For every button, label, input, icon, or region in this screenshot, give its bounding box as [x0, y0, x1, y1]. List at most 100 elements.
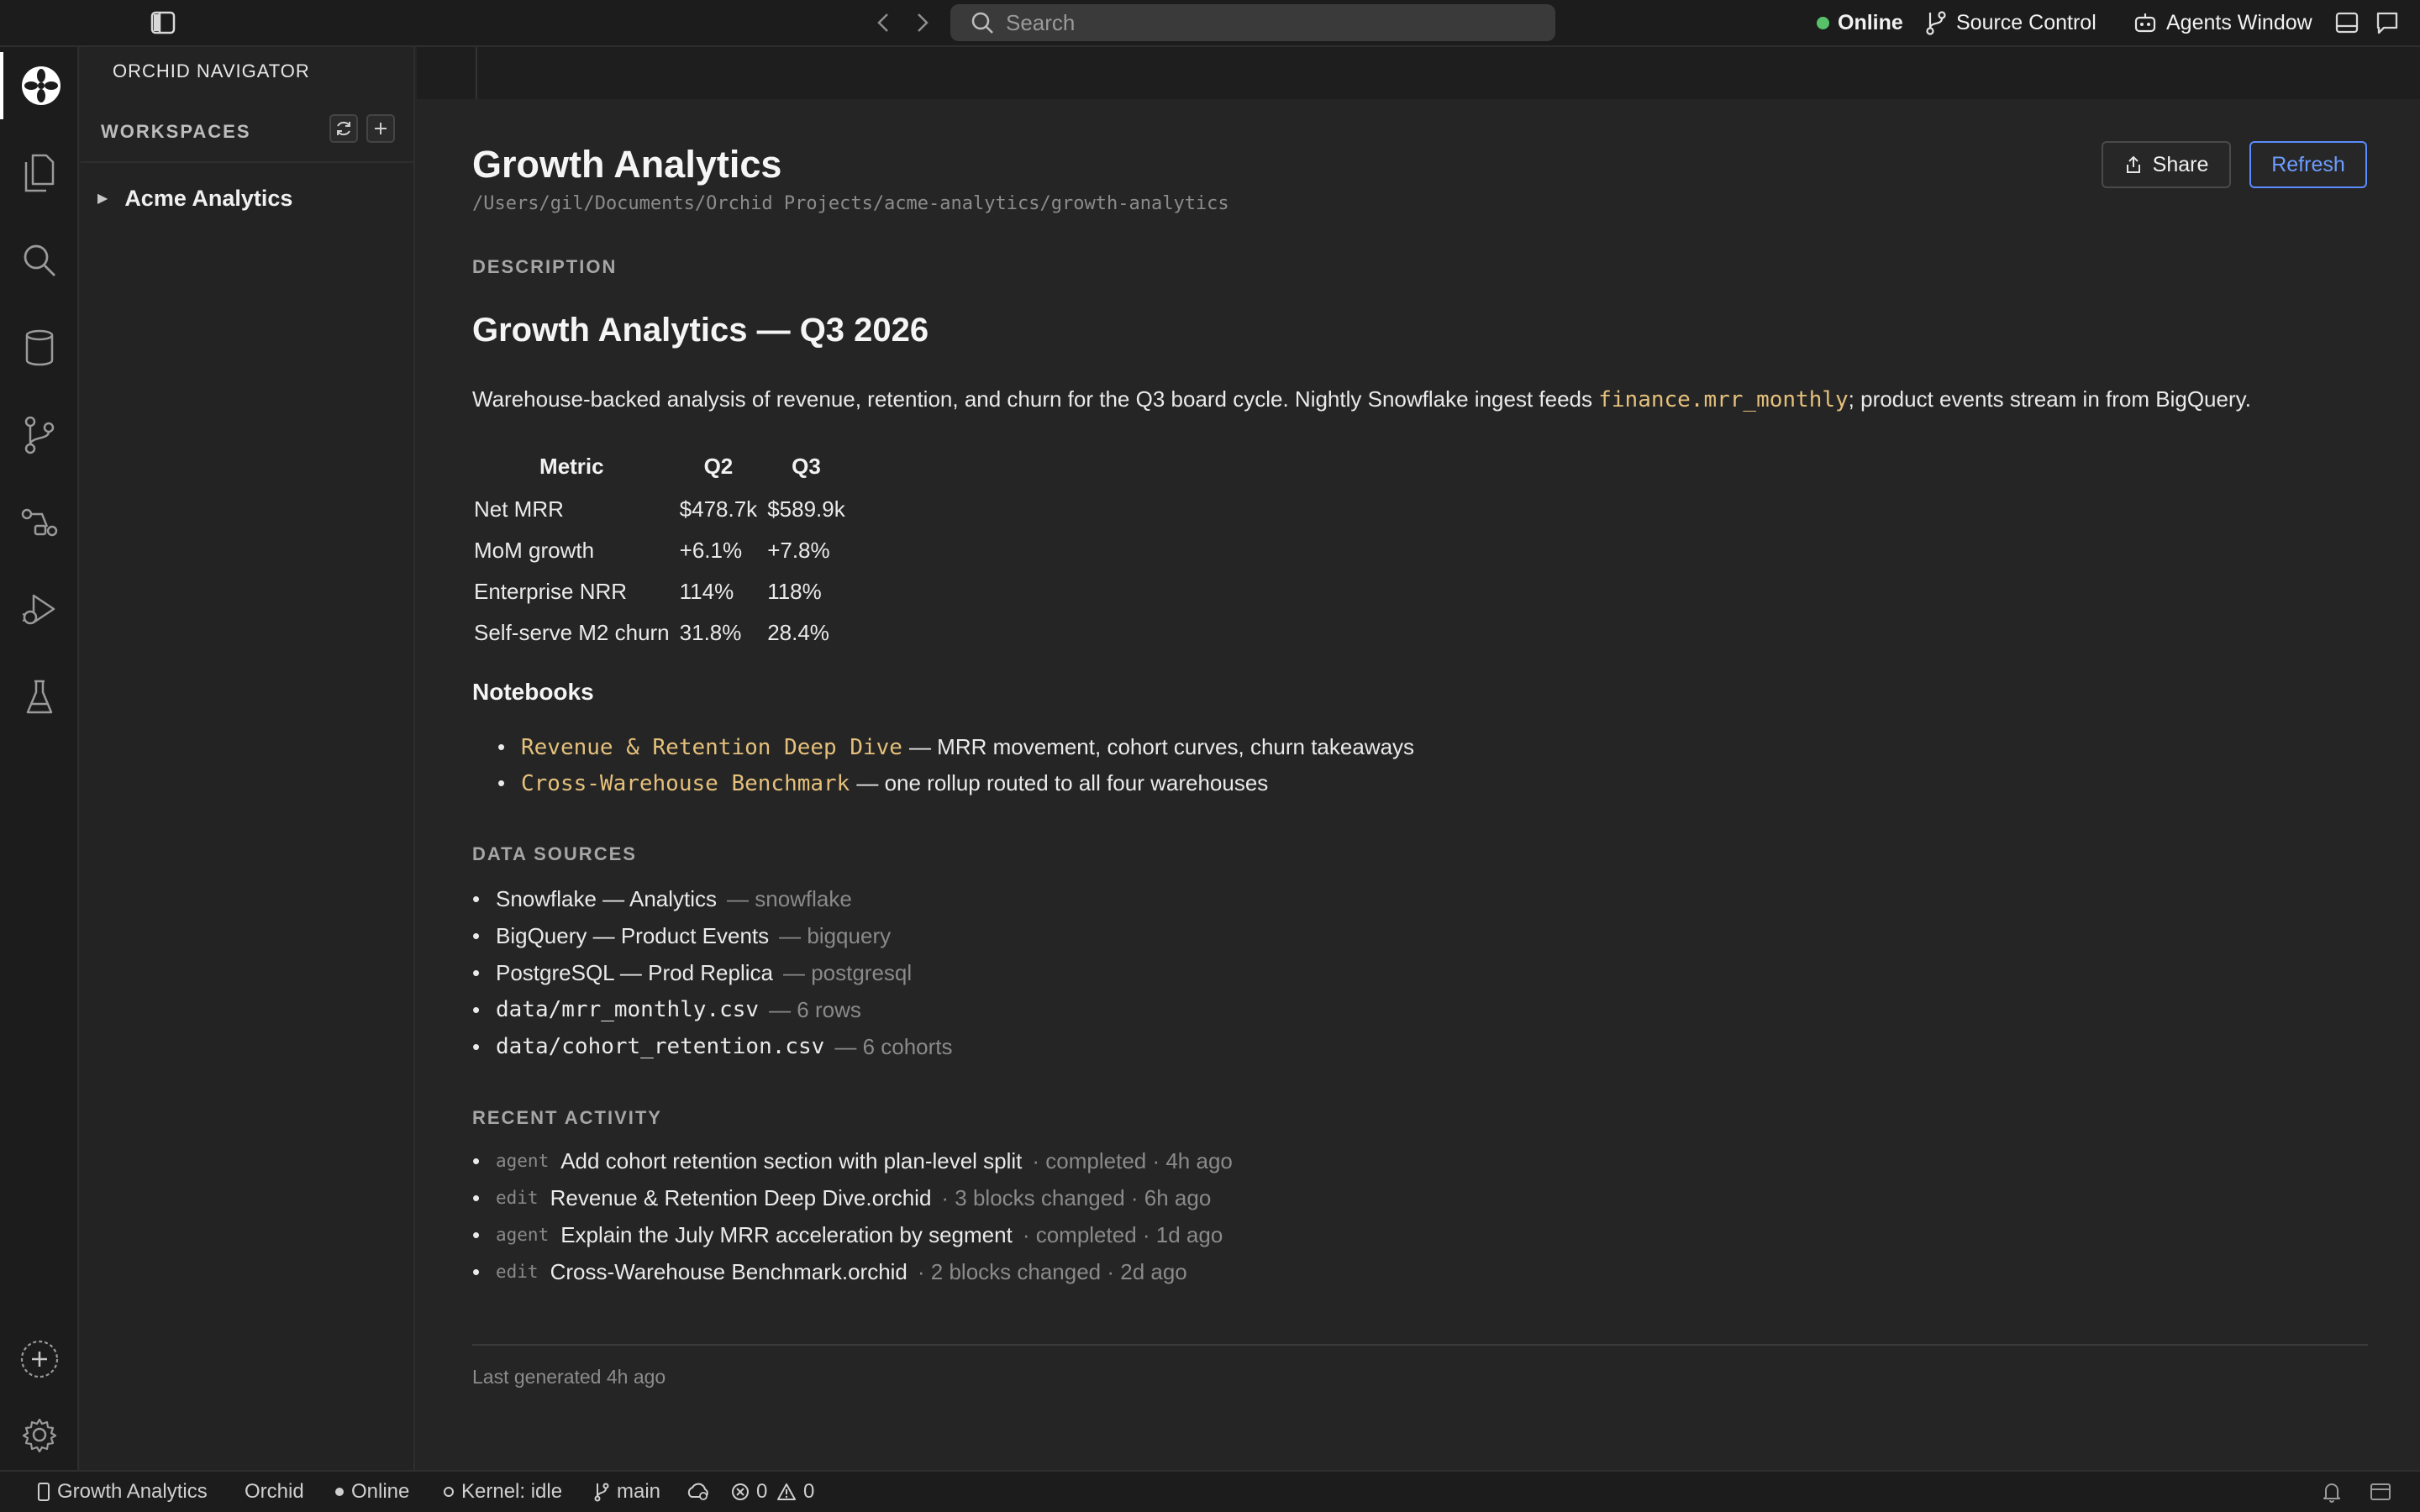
activity-tag: agent: [496, 1151, 550, 1171]
table-cell: 28.4%: [767, 620, 829, 645]
activity-text: Explain the July MRR acceleration by seg…: [560, 1221, 1013, 1247]
agents-window-button[interactable]: Agents Window: [2133, 0, 2312, 45]
notebooks-list: Revenue & Retention Deep Dive — MRR move…: [521, 729, 1414, 801]
robot-icon: [2134, 13, 2156, 33]
footer-divider: [472, 1344, 2368, 1346]
status-app[interactable]: Orchid: [245, 1472, 304, 1512]
add-workspace-button[interactable]: [366, 114, 395, 143]
status-app-label: Orchid: [245, 1480, 304, 1503]
status-errors[interactable]: 0: [731, 1472, 767, 1512]
table-header-row: Metric Q2 Q3: [469, 444, 850, 489]
search-icon[interactable]: [0, 227, 79, 294]
recent-activity-list: agent Add cohort retention section with …: [496, 1142, 1233, 1290]
online-status-label: Online: [1838, 10, 1903, 34]
search-icon: [971, 12, 993, 34]
flask-icon[interactable]: [0, 664, 79, 731]
status-online[interactable]: Online: [334, 1472, 409, 1512]
activity-text: Add cohort retention section with plan-l…: [560, 1147, 1023, 1173]
forward-icon[interactable]: [910, 8, 935, 37]
branch-icon: [594, 1483, 609, 1502]
data-source-type: — postgresql: [782, 959, 913, 985]
activity-bar: [0, 47, 79, 1470]
table-cell: 118%: [767, 579, 822, 604]
status-errors-count: 0: [756, 1480, 768, 1503]
refresh-button[interactable]: Refresh: [2249, 141, 2367, 188]
activity-meta: · completed · 4h ago: [1032, 1147, 1233, 1173]
list-item[interactable]: data/cohort_retention.csv — 6 cohorts: [496, 1028, 953, 1065]
back-icon[interactable]: [871, 8, 896, 37]
list-item[interactable]: agent Explain the July MRR acceleration …: [496, 1216, 1233, 1253]
navigator-title: ORCHID NAVIGATOR: [113, 60, 310, 81]
refresh-workspaces-button[interactable]: [329, 114, 358, 143]
table-row: MoM growth +6.1% +7.8%: [469, 530, 850, 571]
kernel-circle-icon: [444, 1487, 454, 1497]
list-item[interactable]: agent Add cohort retention section with …: [496, 1142, 1233, 1179]
notebooks-heading: Notebooks: [472, 679, 594, 705]
panel-toggle-icon[interactable]: [2333, 8, 2361, 37]
activity-text: Cross-Warehouse Benchmark.orchid: [550, 1258, 908, 1284]
data-file-name: data/cohort_retention.csv: [496, 1034, 825, 1059]
run-debug-icon[interactable]: [0, 576, 79, 643]
list-item[interactable]: PostgreSQL — Prod Replica — postgresql: [496, 954, 953, 991]
warning-icon: [777, 1483, 796, 1500]
table-row: Self-serve M2 churn 31.8% 28.4%: [469, 612, 850, 654]
data-file-meta: — 6 rows: [769, 996, 861, 1022]
notifications-bell-icon[interactable]: [2323, 1472, 2348, 1512]
description-text-end: ; product events stream in from BigQuery…: [1848, 386, 2251, 412]
workspace-item[interactable]: ▶ Acme Analytics: [97, 181, 292, 215]
refresh-icon: [337, 121, 350, 136]
notebook-link[interactable]: Revenue & Retention Deep Dive: [521, 735, 902, 760]
notebook-description: — MRR movement, cohort curves, churn tak…: [908, 734, 1415, 759]
toggle-sidebar-icon[interactable]: [148, 8, 178, 37]
database-icon[interactable]: [0, 314, 79, 381]
source-control-icon[interactable]: [0, 402, 79, 469]
title-bar: Search Online Source Control Agents Wind…: [0, 0, 2420, 47]
branch-icon: [1926, 11, 1946, 35]
search-input[interactable]: Search: [950, 4, 1555, 41]
source-control-label: Source Control: [1956, 10, 2096, 34]
list-item: Revenue & Retention Deep Dive — MRR move…: [521, 729, 1414, 765]
data-sources-label: DATA SOURCES: [472, 843, 637, 864]
layout-toggle-icon[interactable]: [2370, 1472, 2398, 1512]
status-branch[interactable]: main: [593, 1472, 660, 1512]
list-item[interactable]: Snowflake — Analytics — snowflake: [496, 880, 953, 917]
list-item[interactable]: edit Cross-Warehouse Benchmark.orchid · …: [496, 1253, 1233, 1290]
data-source-name: Snowflake — Analytics: [496, 885, 718, 911]
online-dot-icon: [1817, 16, 1829, 29]
error-icon: [732, 1483, 749, 1500]
gear-icon[interactable]: [0, 1401, 79, 1468]
add-icon[interactable]: [0, 1326, 79, 1393]
data-source-type: — snowflake: [727, 885, 852, 911]
cloud-sync-icon[interactable]: [686, 1472, 718, 1512]
agents-window-label: Agents Window: [2166, 10, 2312, 34]
expand-caret-icon[interactable]: ▶: [97, 190, 108, 207]
data-source-name: PostgreSQL — Prod Replica: [496, 959, 773, 985]
plus-icon: [375, 123, 387, 134]
workspace-label: Acme Analytics: [124, 185, 293, 211]
orchid-logo-icon[interactable]: [0, 52, 79, 119]
files-icon[interactable]: [0, 139, 79, 207]
data-source-type: — bigquery: [779, 922, 892, 948]
table-cell: 114%: [679, 579, 734, 604]
online-status[interactable]: Online: [1817, 0, 1903, 45]
chat-icon[interactable]: [2373, 8, 2402, 37]
status-kernel[interactable]: Kernel: idle: [443, 1472, 562, 1512]
page-title: Growth Analytics: [472, 143, 782, 186]
description-heading: Growth Analytics — Q3 2026: [472, 312, 929, 349]
list-item[interactable]: data/mrr_monthly.csv — 6 rows: [496, 991, 953, 1028]
notebook-description: — one rollup routed to all four warehous…: [856, 770, 1269, 795]
status-warnings-count: 0: [803, 1480, 815, 1503]
source-control-button[interactable]: Source Control: [1924, 0, 2096, 45]
notebook-link[interactable]: Cross-Warehouse Benchmark: [521, 771, 850, 796]
status-project[interactable]: Growth Analytics: [37, 1472, 208, 1512]
workspace-overview: Growth Analytics /Users/gil/Documents/Or…: [417, 99, 2420, 1470]
table-header: Metric: [539, 453, 604, 479]
pipeline-icon[interactable]: [0, 489, 79, 556]
share-button[interactable]: Share: [2102, 141, 2231, 188]
list-item[interactable]: BigQuery — Product Events — bigquery: [496, 917, 953, 954]
table-cell: MoM growth: [474, 538, 595, 563]
list-item[interactable]: edit Revenue & Retention Deep Dive.orchi…: [496, 1179, 1233, 1216]
status-warnings[interactable]: 0: [776, 1472, 814, 1512]
data-source-name: BigQuery — Product Events: [496, 922, 770, 948]
description-text-start: Warehouse-backed analysis of revenue, re…: [472, 386, 1599, 412]
